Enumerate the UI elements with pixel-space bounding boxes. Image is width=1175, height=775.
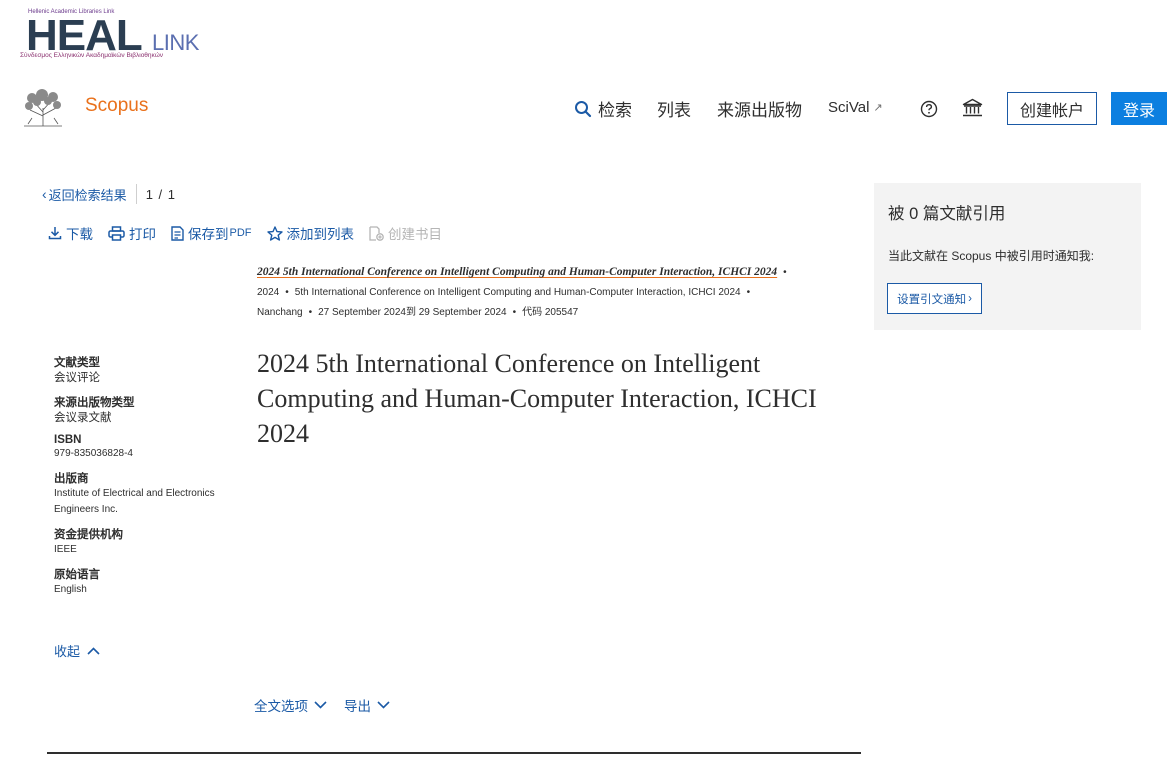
star-icon <box>266 225 283 241</box>
doc-type-value: 会议评论 <box>54 372 100 384</box>
nav-sources[interactable]: 来源出版物 <box>717 96 802 121</box>
heal-link-subtitle: Σύνδεσμος Ελληνικών Ακαδημαϊκών Βιβλιοθη… <box>20 52 164 59</box>
source-conference: 5th International Conference on Intellig… <box>294 287 741 298</box>
separator-dot: • <box>285 287 289 298</box>
download-label: 下载 <box>66 227 93 242</box>
section-divider <box>47 752 861 754</box>
add-to-list-button[interactable]: 添加到列表 <box>266 223 355 243</box>
elsevier-tree-logo[interactable] <box>20 88 66 128</box>
source-info: 2024 5th International Conference on Int… <box>257 262 857 323</box>
funding-value: IEEE <box>54 544 77 555</box>
search-icon <box>575 100 592 117</box>
fulltext-options-label: 全文选项 <box>254 699 308 714</box>
isbn-value: 979-835036828-4 <box>54 448 133 459</box>
download-button[interactable]: 下载 <box>48 223 93 243</box>
source-location: Nanchang <box>257 307 303 318</box>
language-label: 原始语言 <box>54 569 100 581</box>
chevron-down-icon <box>377 701 390 709</box>
document-toolbar: 下载 打印 保存到 PDF 添加到列表 创建书目 <box>48 223 457 243</box>
source-dates: 27 September 2024到 29 September 2024 <box>318 307 507 318</box>
cited-by-count: 被 0 篇文献引用 <box>888 205 1006 223</box>
nav-scival-label: SciVal <box>828 99 870 116</box>
document-metadata: 文献类型 会议评论 来源出版物类型 会议录文献 ISBN 979-8350368… <box>54 354 244 598</box>
bibliography-icon <box>369 225 384 241</box>
create-account-button[interactable]: 创建帐户 <box>1007 92 1097 125</box>
external-link-icon: ↗ <box>873 102 883 114</box>
heal-link-logo[interactable]: Hellenic Academic Libraries Link HEAL LI… <box>20 8 205 64</box>
print-button[interactable]: 打印 <box>108 223 156 243</box>
source-type-value: 会议录文献 <box>54 412 112 424</box>
separator-dot: • <box>783 267 787 278</box>
nav-scival[interactable]: SciVal ↗ <box>828 99 883 116</box>
heal-logo-link-text: LINK <box>152 30 199 55</box>
back-to-results-label: 返回检索结果 <box>48 187 127 203</box>
citation-panel: 被 0 篇文献引用 当此文献在 Scopus 中被引用时通知我: 设置引文通知 … <box>874 183 1141 330</box>
save-pdf-label: 保存到 <box>188 227 229 242</box>
print-label: 打印 <box>129 227 156 242</box>
publisher-value: Institute of Electrical and Electronics … <box>54 488 215 515</box>
results-navigation: ‹ 返回检索结果 1 / 1 <box>42 184 176 204</box>
language-value: English <box>54 584 87 595</box>
document-options: 全文选项 导出 <box>254 695 407 715</box>
add-to-list-label: 添加到列表 <box>286 227 355 242</box>
create-bibliography-button[interactable]: 创建书目 <box>369 223 442 243</box>
chevron-down-icon <box>314 701 327 709</box>
citation-alert-text: 当此文献在 Scopus 中被引用时通知我: <box>888 249 1095 263</box>
document-title: 2024 5th International Conference on Int… <box>257 349 817 448</box>
chevron-right-icon: › <box>968 292 972 305</box>
export-dropdown[interactable]: 导出 <box>344 695 390 715</box>
result-pager: 1 / 1 <box>145 186 176 202</box>
create-bibliography-label: 创建书目 <box>388 227 442 242</box>
separator-dot: • <box>308 307 313 318</box>
source-code: 代码 205547 <box>522 307 579 318</box>
scopus-brand[interactable]: Scopus <box>85 95 148 117</box>
separator-dot: • <box>512 307 517 318</box>
source-year: 2024 <box>257 287 280 298</box>
export-label: 导出 <box>344 699 371 714</box>
login-button[interactable]: 登录 <box>1111 92 1167 125</box>
chevron-up-icon <box>87 646 100 655</box>
save-pdf-button[interactable]: 保存到 PDF <box>171 223 252 243</box>
help-icon[interactable] <box>920 100 938 118</box>
nav-search[interactable]: 检索 <box>574 96 632 121</box>
source-type-label: 来源出版物类型 <box>54 397 135 409</box>
set-citation-alert-button[interactable]: 设置引文通知 › <box>887 283 982 314</box>
chevron-left-icon: ‹ <box>42 186 47 202</box>
save-pdf-suffix: PDF <box>229 227 252 239</box>
printer-icon <box>108 225 125 241</box>
divider <box>135 184 137 204</box>
back-to-results-link[interactable]: ‹ 返回检索结果 <box>42 185 127 204</box>
set-citation-alert-label: 设置引文通知 <box>897 293 967 306</box>
institution-icon[interactable] <box>962 98 983 118</box>
doc-type-label: 文献类型 <box>54 357 100 369</box>
isbn-label: ISBN <box>54 434 82 446</box>
save-pdf-icon <box>171 225 184 241</box>
fulltext-options-dropdown[interactable]: 全文选项 <box>254 695 327 715</box>
nav-lists[interactable]: 列表 <box>657 96 691 121</box>
separator-dot: • <box>746 287 751 298</box>
publisher-label: 出版商 <box>54 473 89 485</box>
source-title-link[interactable]: 2024 5th International Conference on Int… <box>257 266 777 278</box>
collapse-label: 收起 <box>54 644 81 659</box>
download-icon <box>48 227 62 240</box>
nav-search-label: 检索 <box>598 101 632 120</box>
collapse-metadata-button[interactable]: 收起 <box>54 641 100 660</box>
funding-label: 资金提供机构 <box>54 529 123 541</box>
